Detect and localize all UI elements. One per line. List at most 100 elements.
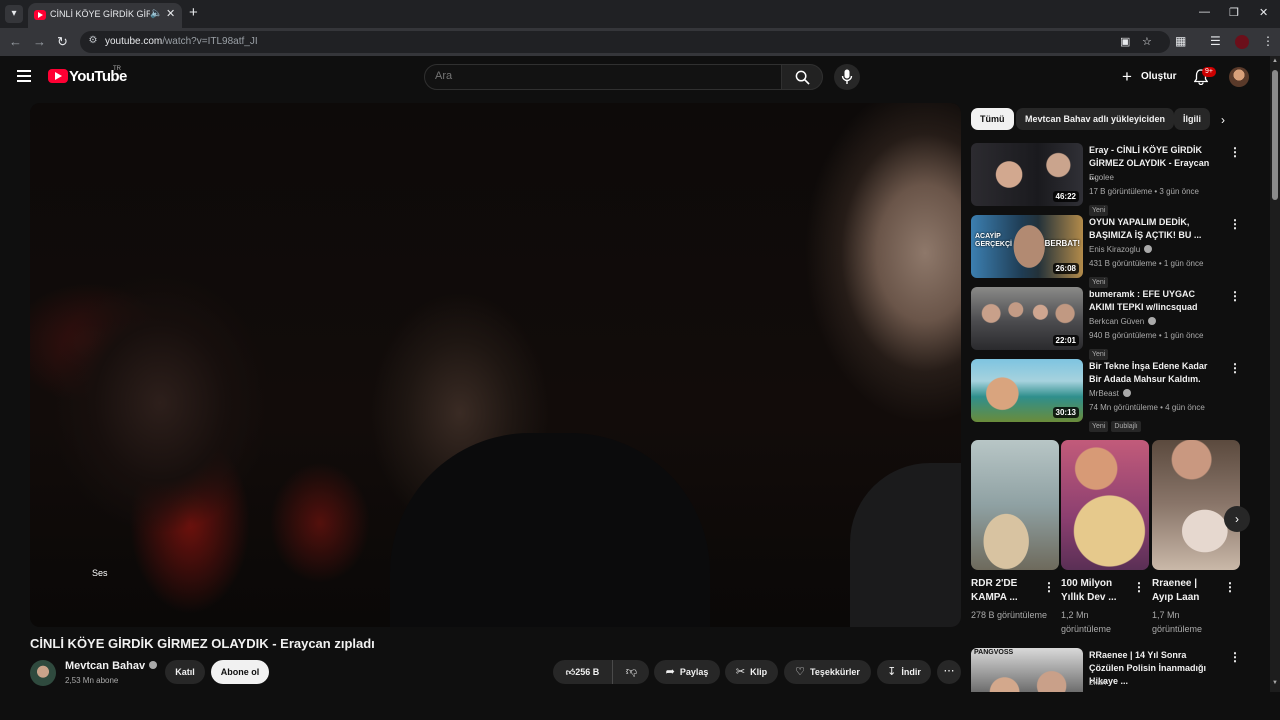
short-title[interactable]: Rraenee | Ayıp Laan bbox=[1152, 577, 1218, 605]
reload-button[interactable]: ↻ bbox=[57, 34, 68, 50]
minimize-button[interactable]: — bbox=[1199, 6, 1210, 18]
channel-name[interactable]: Mevtcan Bahav bbox=[65, 660, 158, 672]
scroll-down-arrow-icon[interactable]: ▼ bbox=[1272, 680, 1278, 686]
rec-title[interactable]: OYUN YAPALIM DEDİK, BAŞIMIZA İŞ AÇTIK! B… bbox=[1089, 216, 1217, 242]
duration-badge: 30:13 bbox=[1052, 407, 1079, 418]
list-item[interactable]: ACAYİP GERÇEKÇİ BERBAT! 26:08 OYUN YAPAL… bbox=[971, 215, 1246, 288]
scrollbar-thumb[interactable] bbox=[1272, 70, 1278, 200]
more-vert-icon[interactable]: ⋮ bbox=[1229, 289, 1241, 303]
rec-title[interactable]: RRaenee | 14 Yıl Sonra Çözülen Polisin İ… bbox=[1089, 649, 1217, 688]
rec-meta: 431 B görüntüleme • 1 gün önce bbox=[1089, 259, 1204, 268]
shorts-scroll-right-icon[interactable]: › bbox=[1224, 506, 1250, 532]
like-button[interactable]: 👍︎256 B bbox=[553, 660, 613, 684]
rec-channel[interactable]: MrBeast bbox=[1089, 388, 1131, 398]
create-button[interactable]: + Oluştur bbox=[1116, 64, 1178, 90]
list-item[interactable]: PANGVOSS RRaenee | 14 Yıl Sonra Çözülen … bbox=[971, 648, 1246, 692]
scroll-up-arrow-icon[interactable]: ▲ bbox=[1272, 58, 1278, 64]
restore-button[interactable]: ❐ bbox=[1229, 6, 1239, 19]
new-tab-button[interactable]: + bbox=[189, 5, 198, 21]
duration-badge: 26:08 bbox=[1052, 263, 1079, 274]
more-vert-icon[interactable]: ⋮ bbox=[1133, 580, 1145, 594]
media-controls-icon[interactable]: ☰ bbox=[1210, 34, 1221, 48]
more-vert-icon[interactable]: ⋮ bbox=[1043, 580, 1055, 594]
search-button[interactable] bbox=[781, 64, 823, 90]
list-item[interactable]: 46:22 Eray - CİNLİ KÖYE GİRDİK GİRMEZ OL… bbox=[971, 143, 1246, 216]
rec-channel[interactable]: Enis Kirazoglu bbox=[1089, 244, 1153, 254]
chip-all[interactable]: Tümü bbox=[971, 108, 1014, 130]
close-tab-icon[interactable]: ✕ bbox=[166, 7, 175, 20]
address-bar[interactable]: ⚙ youtube.com/watch?v=ITL98atf_JI ▣ ☆ bbox=[80, 31, 1170, 53]
more-vert-icon[interactable]: ⋮ bbox=[1229, 217, 1241, 231]
rec-channel[interactable]: 2kan bbox=[1089, 678, 1106, 687]
more-vert-icon[interactable]: ⋮ bbox=[1224, 580, 1236, 594]
search-input[interactable] bbox=[435, 70, 735, 82]
country-code: TR bbox=[113, 66, 121, 72]
video-player[interactable]: Ses bbox=[30, 103, 961, 627]
back-button[interactable]: ← bbox=[9, 34, 22, 49]
short-title[interactable]: RDR 2'DE KAMPA ... bbox=[971, 577, 1037, 605]
short-thumbnail[interactable] bbox=[1061, 440, 1149, 570]
extensions-icon[interactable]: ▦ bbox=[1175, 34, 1186, 48]
window-close-button[interactable]: ✕ bbox=[1259, 6, 1268, 19]
join-button[interactable]: Katıl bbox=[165, 660, 205, 684]
more-vert-icon[interactable]: ⋮ bbox=[1229, 145, 1241, 159]
youtube-favicon-icon bbox=[34, 10, 46, 20]
video-thumbnail[interactable]: 46:22 bbox=[971, 143, 1083, 206]
rec-channel[interactable]: Egolee bbox=[1089, 173, 1114, 182]
rec-channel[interactable]: Berkcan Güven bbox=[1089, 316, 1157, 326]
more-vert-icon[interactable]: ⋮ bbox=[1229, 650, 1241, 664]
like-dislike-group: 👍︎256 B 👎︎ bbox=[553, 660, 649, 684]
short-views: 1,7 Mn görüntüleme bbox=[1152, 610, 1203, 634]
search-box[interactable] bbox=[424, 64, 782, 90]
browser-menu-icon[interactable]: ⋮ bbox=[1262, 34, 1274, 48]
rec-meta: 17 B görüntüleme • 3 gün önce bbox=[1089, 187, 1199, 196]
share-icon: ➦ bbox=[665, 666, 675, 678]
short-views: 278 B görüntüleme bbox=[971, 610, 1048, 620]
youtube-logo-icon[interactable] bbox=[48, 69, 68, 83]
search-icon bbox=[795, 70, 810, 85]
chip-related[interactable]: İlgili bbox=[1174, 108, 1210, 130]
video-thumbnail[interactable]: PANGVOSS bbox=[971, 648, 1083, 692]
site-info-icon[interactable]: ⚙ bbox=[86, 35, 100, 49]
cast-icon[interactable]: ▣ bbox=[1120, 35, 1130, 48]
video-thumbnail[interactable]: ACAYİP GERÇEKÇİ BERBAT! 26:08 bbox=[971, 215, 1083, 278]
bookmark-star-icon[interactable]: ☆ bbox=[1142, 35, 1152, 48]
short-title[interactable]: 100 Milyon Yıllık Dev ... bbox=[1061, 577, 1127, 605]
user-avatar[interactable] bbox=[1229, 67, 1249, 87]
subscribe-button[interactable]: Abone ol bbox=[211, 660, 269, 684]
thumbnail-text: BERBAT! bbox=[1044, 239, 1080, 248]
dislike-button[interactable]: 👎︎ bbox=[614, 660, 649, 684]
speaker-icon[interactable]: 🔈 bbox=[150, 8, 162, 19]
video-thumbnail[interactable]: 22:01 bbox=[971, 287, 1083, 350]
forward-button[interactable]: → bbox=[33, 34, 46, 49]
list-item[interactable]: 30:13 Bir Tekne İnşa Edene Kadar Bir Ada… bbox=[971, 359, 1246, 432]
chip-from-uploader[interactable]: Mevtcan Bahav adlı yükleyiciden bbox=[1016, 108, 1175, 130]
tab-search-button[interactable]: ▾ bbox=[5, 5, 23, 23]
rec-meta: 74 Mn görüntüleme • 4 gün önce bbox=[1089, 403, 1205, 412]
video-thumbnail[interactable]: 30:13 bbox=[971, 359, 1083, 422]
channel-avatar[interactable] bbox=[30, 660, 56, 686]
browser-profile-avatar[interactable] bbox=[1235, 35, 1249, 49]
page-scrollbar[interactable]: ▲ ▼ bbox=[1270, 56, 1280, 692]
voice-search-button[interactable] bbox=[834, 64, 860, 90]
url-text[interactable]: youtube.com/watch?v=ITL98atf_JI bbox=[105, 36, 258, 47]
hamburger-menu-icon[interactable] bbox=[17, 70, 31, 82]
share-button[interactable]: ➦ Paylaş bbox=[654, 660, 720, 684]
more-vert-icon[interactable]: ⋮ bbox=[1229, 361, 1241, 375]
video-title: CİNLİ KÖYE GİRDİK GİRMEZ OLAYDIK - Erayc… bbox=[30, 636, 375, 651]
chip-scroll-right-icon[interactable]: › bbox=[1214, 110, 1232, 130]
list-item[interactable]: 22:01 bumeramk : EFE UYGAC AKIMI TEPKI w… bbox=[971, 287, 1246, 360]
new-badge: Yeni bbox=[1089, 421, 1109, 432]
download-button[interactable]: ↧ İndir bbox=[877, 660, 931, 684]
download-icon: ↧ bbox=[887, 666, 897, 678]
rec-title[interactable]: Bir Tekne İnşa Edene Kadar Bir Adada Mah… bbox=[1089, 360, 1217, 386]
short-thumbnail[interactable] bbox=[1152, 440, 1240, 570]
clip-button[interactable]: ✂ Klip bbox=[725, 660, 778, 684]
thanks-button[interactable]: ♡ Teşekkürler bbox=[784, 660, 871, 684]
notification-badge: 9+ bbox=[1202, 67, 1216, 77]
browser-tab[interactable]: CİNLİ KÖYE GİRDİK GİRMEZ OLAYDIK - Erayc… bbox=[28, 3, 182, 28]
rec-title[interactable]: bumeramk : EFE UYGAC AKIMI TEPKI w/lincs… bbox=[1089, 288, 1217, 314]
more-actions-button[interactable]: ⋯ bbox=[937, 660, 961, 684]
duration-badge: 22:01 bbox=[1052, 335, 1079, 346]
short-thumbnail[interactable] bbox=[971, 440, 1059, 570]
